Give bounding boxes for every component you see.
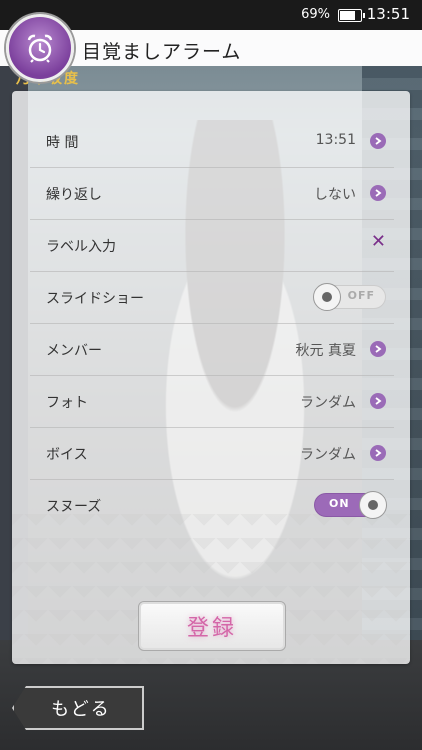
voice-value: ランダム <box>300 447 356 463</box>
member-value: 秋元 真夏 <box>295 343 356 359</box>
chevron-right-icon[interactable] <box>370 445 386 461</box>
battery-icon <box>338 9 365 22</box>
photo-label: フォト <box>46 395 88 411</box>
chevron-right-icon[interactable] <box>370 393 386 409</box>
repeat-label: 繰り返し <box>46 187 102 203</box>
toggle-knob <box>313 283 341 311</box>
chevron-right-icon[interactable] <box>370 341 386 357</box>
register-button-label: 登録 <box>186 616 237 641</box>
repeat-value: しない <box>314 187 356 203</box>
settings-row-photo[interactable]: フォト ランダム <box>30 375 394 428</box>
settings-row-voice[interactable]: ボイス ランダム <box>30 427 394 480</box>
back-button[interactable]: もどる <box>12 686 144 730</box>
voice-label: ボイス <box>46 447 88 463</box>
time-value: 13:51 <box>315 132 356 148</box>
snooze-toggle[interactable]: ON <box>314 491 387 519</box>
toggle-knob <box>359 491 387 519</box>
slideshow-toggle-text: OFF <box>347 289 375 302</box>
photo-value: ランダム <box>300 395 356 411</box>
clear-icon[interactable]: ✕ <box>371 231 386 252</box>
time-label: 時 間 <box>46 135 79 151</box>
slideshow-label: スライドショー <box>46 291 144 307</box>
slideshow-toggle[interactable]: OFF <box>313 283 386 311</box>
battery-percent: 69% <box>301 7 330 22</box>
settings-row-snooze: スヌーズ ON <box>30 479 394 531</box>
status-time: 13:51 <box>366 5 410 23</box>
chevron-right-icon[interactable] <box>370 185 386 201</box>
settings-row-repeat[interactable]: 繰り返し しない <box>30 167 394 220</box>
member-label: メンバー <box>46 343 102 359</box>
back-button-label: もどる <box>51 699 111 720</box>
page-title: 目覚ましアラーム <box>82 41 242 63</box>
alarm-clock-icon <box>6 14 74 82</box>
label-input-label: ラベル入力 <box>46 239 116 255</box>
snooze-label: スヌーズ <box>46 499 102 515</box>
settings-row-time[interactable]: 時 間 13:51 <box>30 115 394 168</box>
chevron-right-icon[interactable] <box>370 133 386 149</box>
settings-row-slideshow: スライドショー OFF <box>30 271 394 324</box>
settings-row-member[interactable]: メンバー 秋元 真夏 <box>30 323 394 376</box>
settings-row-label-input[interactable]: ラベル入力 ✕ <box>30 219 394 272</box>
register-button[interactable]: 登録 <box>138 601 286 651</box>
snooze-toggle-text: ON <box>329 497 350 510</box>
settings-panel: 時 間 13:51 繰り返し しない ラベル入力 ✕ スライドショー OFF メ… <box>12 91 410 664</box>
